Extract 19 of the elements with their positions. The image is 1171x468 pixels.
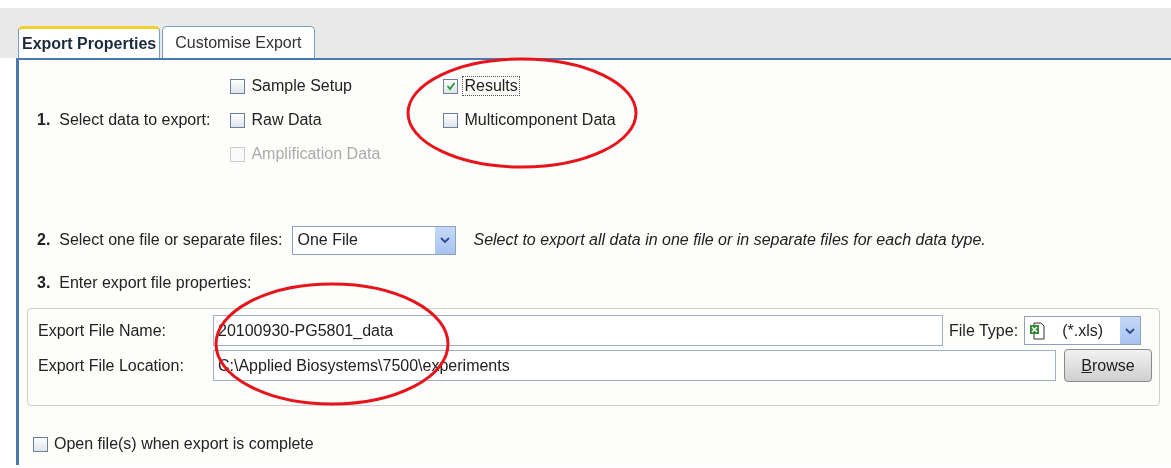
- field-label: Export File Name:: [38, 321, 168, 340]
- step-label: 3. Enter export file properties:: [36, 274, 253, 292]
- field-label: File Type:: [949, 321, 1019, 340]
- hint-text: Select to export all data in one file or in separate files for each data type.: [473, 231, 986, 249]
- step-label: 2. Select one file or separate files:: [37, 231, 283, 249]
- checkbox-option[interactable]: Results: [443, 76, 618, 96]
- checkbox-option[interactable]: Sample Setup: [230, 76, 444, 96]
- checkmark-icon: [445, 81, 456, 91]
- field-label: Export File Location:: [38, 356, 185, 375]
- browse-button[interactable]: Browse: [1064, 349, 1152, 382]
- checkbox-option[interactable]: Multicomponent Data: [443, 110, 618, 130]
- file-mode-dropdown[interactable]: One File: [292, 225, 457, 255]
- tab[interactable]: Export Properties: [18, 26, 161, 58]
- checkbox-option[interactable]: Raw Data: [230, 110, 444, 130]
- spreadsheet-icon: [1029, 321, 1046, 340]
- checkbox-option[interactable]: Open file(s) when export is complete: [33, 434, 1171, 454]
- step-label: 1. Select data to export:: [37, 111, 211, 129]
- file-type-dropdown[interactable]: (*.xls): [1024, 316, 1142, 345]
- tab[interactable]: Customise Export: [162, 26, 315, 58]
